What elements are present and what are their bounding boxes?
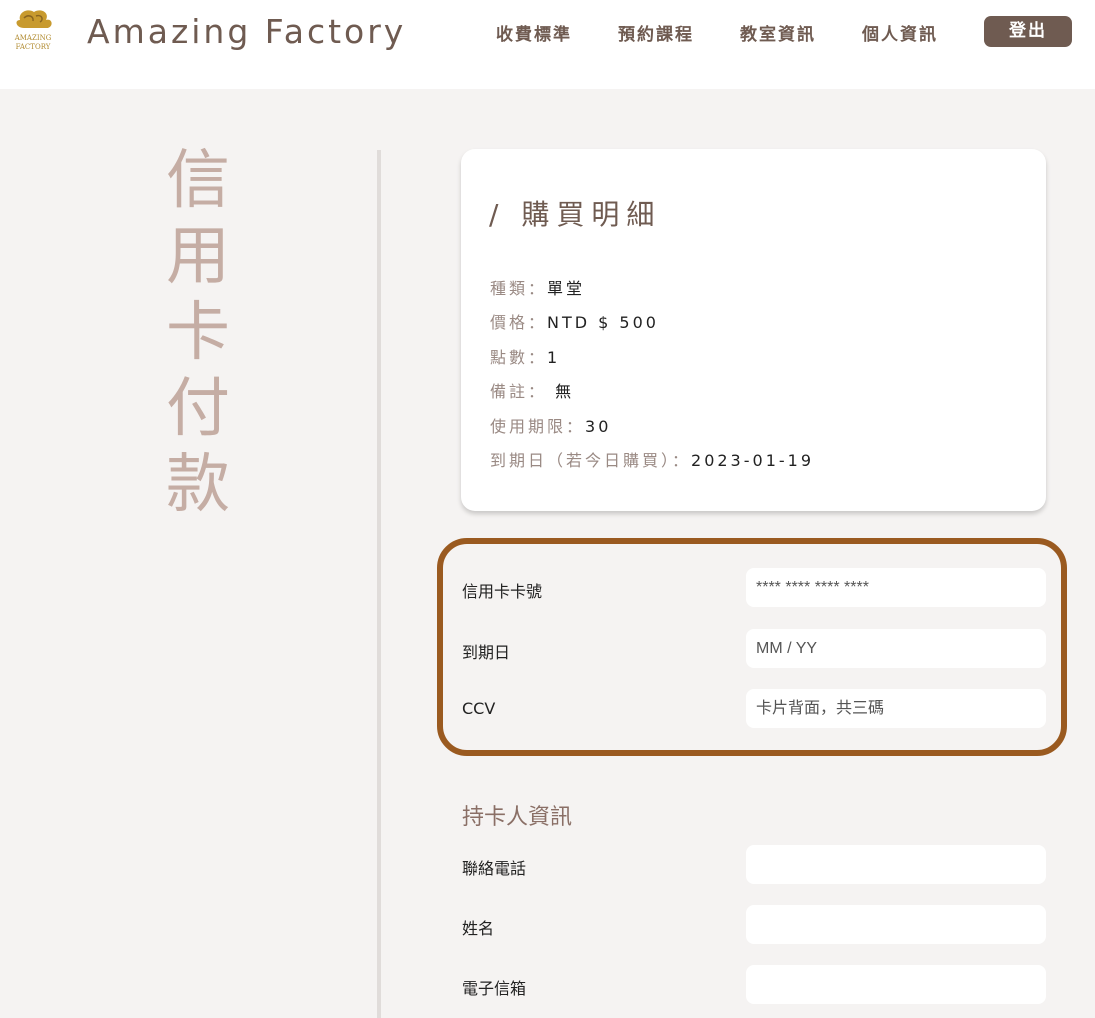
detail-label: 備註： [490,382,548,401]
detail-label: 種類： [490,279,548,298]
card-holder-section-title: 持卡人資訊 [462,805,573,830]
phone-label: 聯絡電話 [462,859,527,878]
card-expiry-label: 到期日 [462,643,511,662]
nav-personal-info[interactable]: 個人資訊 [862,20,938,45]
logout-button[interactable]: 登出 [984,16,1072,47]
nav-classroom-info[interactable]: 教室資訊 [740,20,816,45]
logo-text-bottom: FACTORY [16,43,51,51]
card-expiry-input[interactable] [746,629,1046,668]
vertical-divider [377,150,381,1018]
detail-row-expiry-date: 到期日（若今日購買）：2023-01-19 [490,447,814,471]
card-ccv-label: CCV [462,699,496,718]
page-title-char: 卡 [166,296,230,370]
detail-value: 2023-01-19 [691,451,814,470]
detail-label: 使用期限： [490,417,586,436]
brand-name[interactable]: Amazing Factory [87,12,406,51]
page-title-char: 款 [166,448,230,522]
detail-value: 無 [547,382,575,401]
holder-name-input[interactable] [746,905,1046,944]
detail-row-price: 價格：NTD $ 500 [490,309,659,333]
detail-value: NTD $ 500 [547,313,659,332]
email-input[interactable] [746,965,1046,1004]
page-title-char: 付 [166,372,230,446]
detail-row-note: 備註： 無 [490,378,574,402]
purchase-detail-title: / 購買明細 [489,198,662,231]
brand-logo[interactable]: AMAZING FACTORY [10,6,56,56]
detail-value: 單堂 [547,279,586,298]
email-label: 電子信箱 [462,979,527,998]
nav-pricing[interactable]: 收費標準 [496,20,572,45]
page-title: 信 用 卡 付 款 [160,143,236,523]
page-title-char: 信 [166,144,230,218]
nav-book-course[interactable]: 預約課程 [618,20,694,45]
card-ccv-input[interactable] [746,689,1046,728]
logo-text-top: AMAZING [14,34,52,42]
detail-label: 價格： [490,313,548,332]
detail-row-points: 點數：1 [490,344,560,368]
card-number-label: 信用卡卡號 [462,582,543,601]
detail-value: 30 [585,417,612,436]
holder-name-label: 姓名 [462,919,495,938]
page-title-char: 用 [166,220,230,294]
detail-label: 點數： [490,348,548,367]
card-number-input[interactable] [746,568,1046,607]
detail-value: 1 [547,348,561,367]
top-nav-bar: AMAZING FACTORY Amazing Factory 收費標準 預約課… [0,0,1095,89]
purchase-detail-card: / 購買明細 種類：單堂 價格：NTD $ 500 點數：1 備註： 無 使用期… [461,149,1046,511]
phone-input[interactable] [746,845,1046,884]
detail-label: 到期日（若今日購買）： [490,451,692,470]
detail-row-validity: 使用期限：30 [490,413,611,437]
detail-row-type: 種類：單堂 [490,275,585,299]
